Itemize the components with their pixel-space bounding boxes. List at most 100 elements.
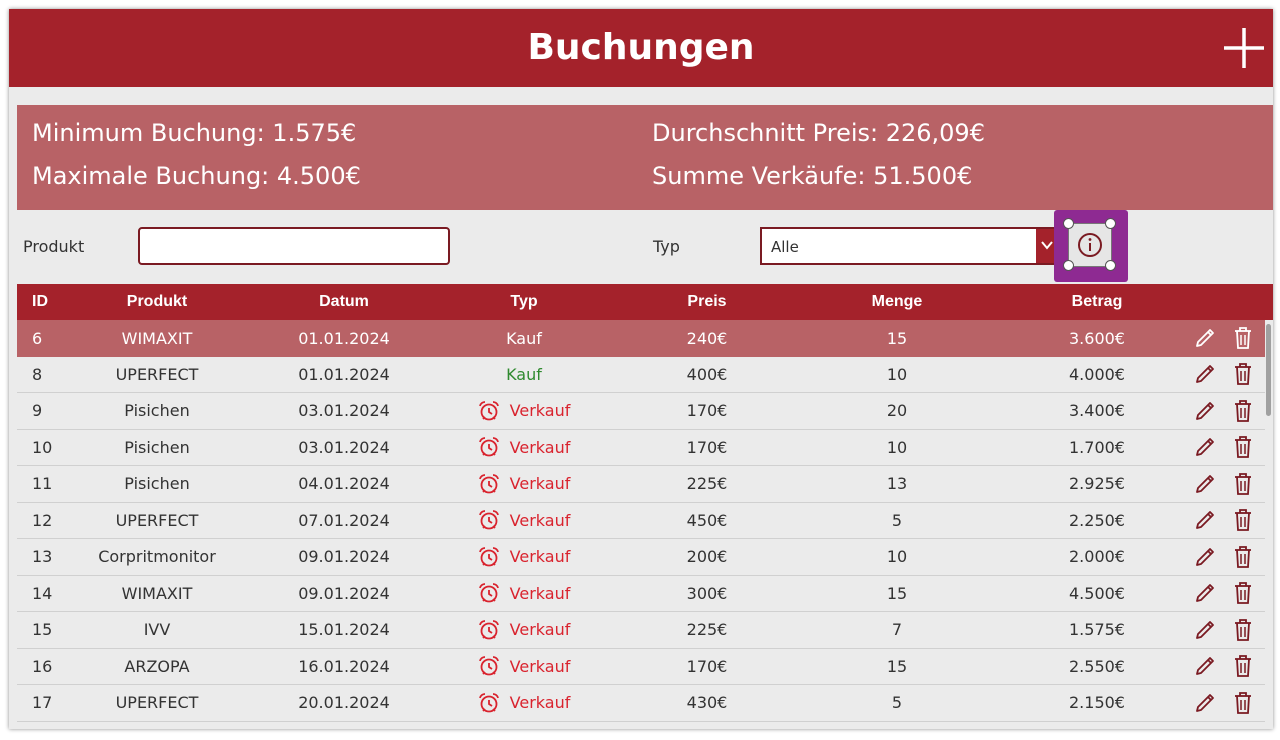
typ-label: Verkauf: [509, 474, 571, 494]
edit-button[interactable]: [1193, 576, 1217, 612]
resize-handle[interactable]: [1105, 218, 1116, 229]
edit-button[interactable]: [1193, 466, 1217, 502]
cell-menge: 10: [886, 364, 908, 384]
trash-icon: [1235, 472, 1251, 495]
table-row[interactable]: 17 UPERFECT 20.01.2024 Verkauf 430€ 5 2.…: [17, 685, 1265, 722]
cell-produkt: Pisichen: [124, 474, 190, 494]
cell-produkt: UPERFECT: [115, 693, 199, 713]
delete-button[interactable]: [1232, 612, 1254, 648]
info-button[interactable]: [1054, 210, 1128, 282]
cell-preis: 200€: [686, 547, 728, 567]
delete-button[interactable]: [1232, 649, 1254, 685]
resize-handle[interactable]: [1063, 218, 1074, 229]
cell-typ: Kauf: [444, 320, 604, 357]
table-row[interactable]: 9 Pisichen 03.01.2024 Verkauf 170€ 20 3.…: [17, 393, 1265, 430]
table-row[interactable]: 14 WIMAXIT 09.01.2024 Verkauf 300€ 15 4.…: [17, 576, 1265, 612]
delete-button[interactable]: [1232, 539, 1254, 575]
cell-datum: 15.01.2024: [298, 620, 390, 640]
list-scrollbar[interactable]: [1265, 320, 1273, 729]
edit-button[interactable]: [1193, 649, 1217, 685]
cell-menge: 5: [891, 510, 903, 530]
cell-produkt: WIMAXIT: [121, 583, 193, 603]
cell-typ: Verkauf: [444, 539, 604, 575]
cell-id: 8: [32, 364, 43, 384]
trash-icon: [1235, 436, 1251, 459]
chevron-down-icon: [1041, 241, 1053, 250]
delete-button[interactable]: [1232, 685, 1254, 721]
cell-betrag: 4.000€: [1069, 364, 1125, 384]
edit-button[interactable]: [1193, 503, 1217, 539]
typ-label: Kauf: [506, 328, 542, 348]
add-button[interactable]: [1221, 25, 1267, 71]
delete-button[interactable]: [1232, 466, 1254, 502]
cell-datum: 16.01.2024: [298, 656, 390, 676]
table-row[interactable]: 8 UPERFECT 01.01.2024 Kauf 400€ 10 4.000…: [17, 357, 1265, 393]
trash-icon: [1235, 655, 1251, 678]
table-row[interactable]: 16 ARZOPA 16.01.2024 Verkauf 170€ 15 2.5…: [17, 649, 1265, 685]
trash-icon: [1235, 545, 1251, 568]
table-row[interactable]: 6 WIMAXIT 01.01.2024 Kauf 240€ 15 3.600€: [17, 320, 1265, 357]
typ-label: Verkauf: [509, 437, 571, 457]
cell-typ: Verkauf: [444, 430, 604, 466]
header-id: ID: [32, 293, 48, 310]
trash-icon: [1235, 618, 1251, 641]
alarm-clock-icon: [478, 619, 499, 640]
pencil-icon: [1196, 401, 1214, 420]
stat-min: Minimum Buchung: 1.575€: [32, 119, 357, 147]
cell-produkt: Corpritmonitor: [98, 547, 216, 567]
edit-button[interactable]: [1193, 320, 1217, 357]
cell-datum: 03.01.2024: [298, 437, 390, 457]
cell-menge: 15: [886, 583, 908, 603]
table-row[interactable]: 11 Pisichen 04.01.2024 Verkauf 225€ 13 2…: [17, 466, 1265, 503]
edit-button[interactable]: [1193, 393, 1217, 429]
edit-button[interactable]: [1193, 539, 1217, 575]
edit-button[interactable]: [1193, 430, 1217, 466]
table-row[interactable]: 13 Corpritmonitor 09.01.2024 Verkauf 200…: [17, 539, 1265, 576]
delete-button[interactable]: [1232, 393, 1254, 429]
edit-button[interactable]: [1193, 612, 1217, 648]
pencil-icon: [1196, 511, 1214, 530]
cell-preis: 300€: [686, 583, 728, 603]
cell-betrag: 3.600€: [1069, 328, 1125, 348]
cell-id: 14: [32, 583, 53, 603]
resize-handle[interactable]: [1063, 260, 1074, 271]
delete-button[interactable]: [1232, 357, 1254, 393]
produkt-filter-input[interactable]: [138, 227, 450, 265]
trash-icon: [1235, 582, 1251, 605]
cell-produkt: UPERFECT: [115, 510, 199, 530]
table-row[interactable]: 15 IVV 15.01.2024 Verkauf 225€ 7 1.575€: [17, 612, 1265, 649]
cell-preis: 240€: [686, 328, 728, 348]
edit-button[interactable]: [1193, 357, 1217, 393]
cell-menge: 10: [886, 437, 908, 457]
delete-button[interactable]: [1232, 503, 1254, 539]
table-row[interactable]: 12 UPERFECT 07.01.2024 Verkauf 450€ 5 2.…: [17, 503, 1265, 539]
pencil-icon: [1196, 620, 1214, 639]
scrollbar-thumb[interactable]: [1266, 324, 1271, 416]
cell-menge: 10: [886, 547, 908, 567]
cell-preis: 225€: [686, 620, 728, 640]
resize-handle[interactable]: [1105, 260, 1116, 271]
cell-preis: 170€: [686, 656, 728, 676]
typ-label: Verkauf: [509, 547, 571, 567]
delete-button[interactable]: [1232, 430, 1254, 466]
cell-produkt: ARZOPA: [124, 656, 190, 676]
pencil-icon: [1196, 365, 1214, 384]
delete-button[interactable]: [1232, 320, 1254, 357]
pencil-icon: [1196, 438, 1214, 457]
edit-button[interactable]: [1193, 685, 1217, 721]
delete-button[interactable]: [1232, 576, 1254, 612]
cell-id: 11: [32, 474, 53, 494]
header-preis: Preis: [687, 293, 727, 310]
alarm-clock-icon: [478, 546, 499, 567]
bookings-list[interactable]: 6 WIMAXIT 01.01.2024 Kauf 240€ 15 3.600€: [17, 320, 1265, 729]
typ-filter-dropdown[interactable]: Alle: [760, 227, 1060, 265]
cell-typ: Verkauf: [444, 612, 604, 648]
header-produkt: Produkt: [126, 293, 188, 310]
cell-betrag: 4.500€: [1069, 583, 1125, 603]
table-row[interactable]: 10 Pisichen 03.01.2024 Verkauf 170€ 10 1…: [17, 430, 1265, 466]
cell-preis: 400€: [686, 364, 728, 384]
cell-datum: 09.01.2024: [298, 583, 390, 603]
cell-datum: 20.01.2024: [298, 693, 390, 713]
typ-label: Verkauf: [509, 401, 571, 421]
cell-typ: Verkauf: [444, 685, 604, 721]
